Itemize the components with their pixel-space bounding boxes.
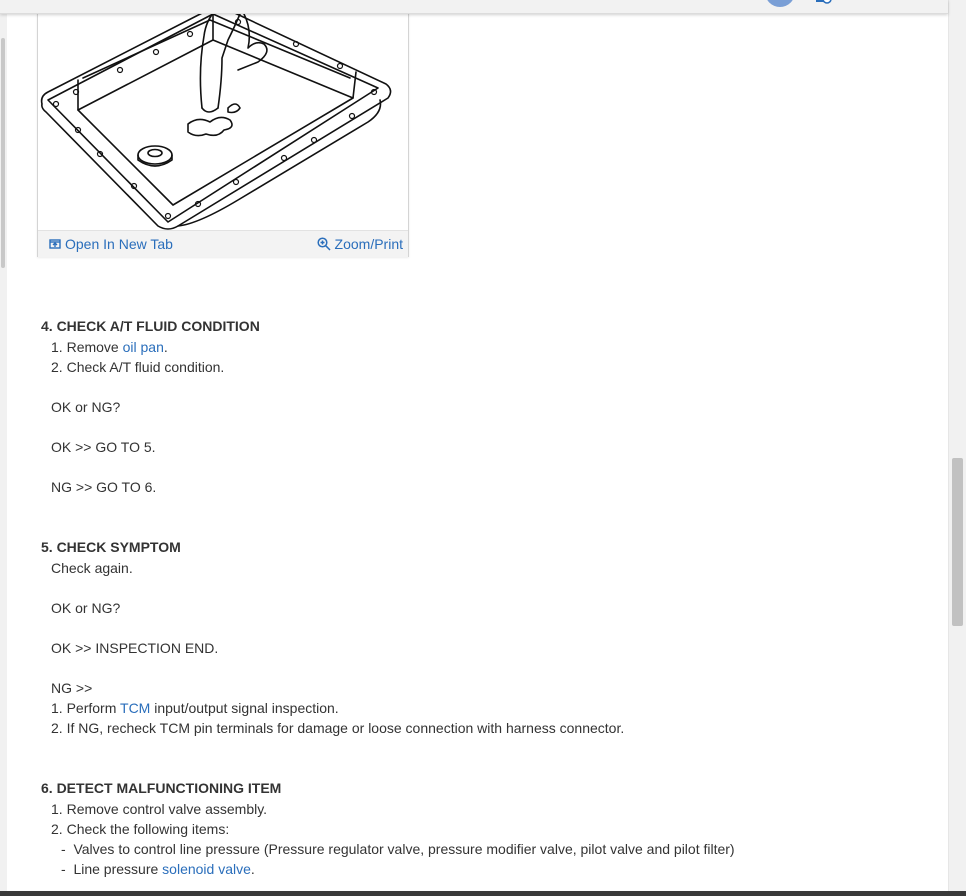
open-in-new-tab-label: Open In New Tab (65, 236, 173, 252)
intro-text: Check again. (51, 560, 133, 576)
list-item: 1. Remove oil pan. (51, 339, 168, 355)
sub-list-item: - Valves to control line pressure (Press… (61, 841, 735, 857)
notification-icon[interactable] (815, 0, 833, 4)
step-heading: 6. DETECT MALFUNCTIONING ITEM (41, 780, 282, 796)
ng-result: NG >> (51, 680, 93, 696)
top-header-bar (0, 0, 948, 14)
vertical-scrollbar[interactable] (948, 0, 966, 892)
left-scroll-thumb[interactable] (1, 38, 5, 268)
left-scroll-rail (0, 0, 7, 896)
sub-list-item: - Line pressure solenoid valve. (61, 861, 255, 877)
solenoid-valve-link[interactable]: solenoid valve (162, 861, 251, 877)
list-item: 2. Check the following items: (51, 821, 230, 837)
list-item: 2. Check A/T fluid condition. (51, 359, 225, 375)
ok-result: OK >> GO TO 5. (51, 439, 156, 455)
scrollbar-thumb[interactable] (952, 458, 963, 626)
step-heading: 4. CHECK A/T FLUID CONDITION (41, 318, 260, 334)
tcm-link[interactable]: TCM (120, 700, 150, 716)
step-heading: 5. CHECK SYMPTOM (41, 539, 181, 555)
figure-toolbar: Open In New Tab Zoom/Print (38, 230, 408, 257)
open-in-new-tab-link[interactable]: Open In New Tab (49, 236, 173, 252)
ok-result: OK >> INSPECTION END. (51, 640, 219, 656)
ng-result: NG >> GO TO 6. (51, 479, 157, 495)
oil-pan-link[interactable]: oil pan (123, 339, 164, 355)
list-item: 1. Perform TCM input/output signal inspe… (51, 700, 339, 716)
list-item: 2. If NG, recheck TCM pin terminals for … (51, 720, 625, 736)
zoom-in-icon (316, 237, 331, 251)
oil-pan-illustration (40, 5, 392, 230)
zoom-print-link[interactable]: Zoom/Print (316, 236, 403, 252)
open-in-new-tab-icon (49, 239, 61, 249)
list-item: 1. Remove control valve assembly. (51, 801, 268, 817)
zoom-print-label: Zoom/Print (334, 236, 403, 252)
figure-card: Open In New Tab Zoom/Print (37, 0, 409, 257)
avatar[interactable] (765, 0, 795, 7)
question-text: OK or NG? (51, 600, 121, 616)
window-bottom-edge (0, 891, 966, 896)
question-text: OK or NG? (51, 399, 121, 415)
